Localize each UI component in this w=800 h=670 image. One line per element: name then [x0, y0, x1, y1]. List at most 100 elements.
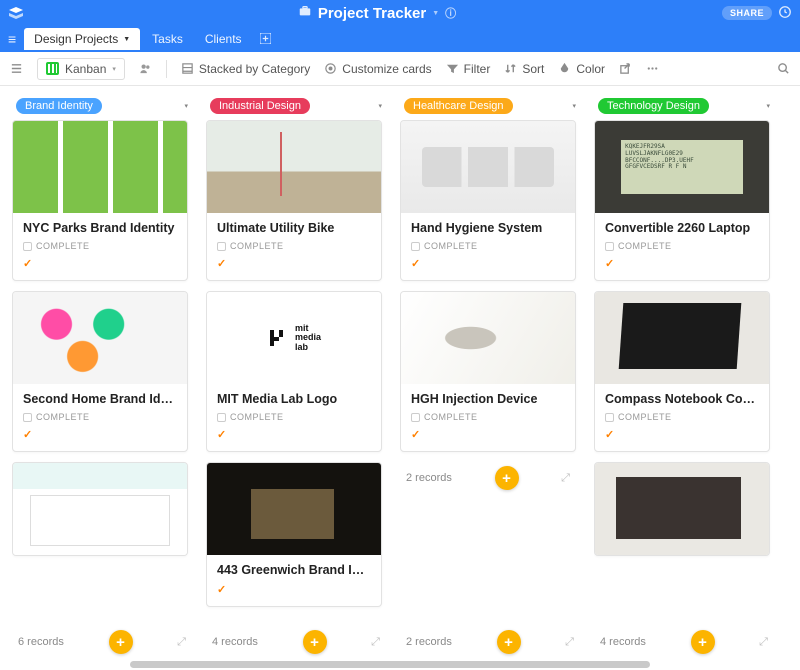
history-icon[interactable] [778, 5, 792, 22]
more-button[interactable] [646, 62, 659, 75]
card-body: HGH Injection Device COMPLETE✓ [401, 384, 575, 451]
share-view-button[interactable] [619, 62, 632, 75]
card-title: Hand Hygiene System [411, 221, 565, 235]
hamburger-icon[interactable]: ≡ [8, 31, 16, 47]
customize-label: Customize cards [342, 62, 431, 76]
card-title: HGH Injection Device [411, 392, 565, 406]
kanban-board[interactable]: Brand Identity ▾ NYC Parks Brand IdentityC… [0, 86, 800, 662]
kanban-card[interactable]: 443 Greenwich Brand Ide…✓ [206, 462, 382, 607]
kanban-card[interactable] [594, 462, 770, 556]
chevron-down-icon[interactable]: ▾ [184, 102, 188, 110]
kanban-card[interactable]: Compass Notebook Comp…COMPLETE✓ [594, 291, 770, 452]
kanban-card[interactable]: HGH Injection Device COMPLETE✓ [400, 291, 576, 452]
chevron-down-icon: ▼ [123, 36, 130, 43]
tab-label: Clients [205, 32, 242, 46]
expand-icon[interactable]: ⤢ [371, 636, 380, 649]
views-menu-button[interactable] [10, 62, 23, 75]
card-body: Second Home Brand Iden…COMPLETE✓ [13, 384, 187, 451]
complete-check-icon: ✓ [217, 257, 227, 270]
expand-icon[interactable]: ⤢ [759, 636, 768, 649]
horizontal-scrollbar[interactable] [130, 661, 650, 668]
checkbox-icon [411, 242, 420, 251]
expand-icon[interactable]: ⤢ [177, 636, 186, 649]
column-footer: 4 records+⤢ [206, 624, 386, 654]
tab-label: Design Projects [34, 32, 118, 46]
kanban-card[interactable]: KQKEJFR29SALUVSLJAKNFLG0E29BFCCONF....DP… [594, 120, 770, 281]
card-title: Second Home Brand Iden… [23, 392, 177, 406]
kanban-card[interactable] [12, 462, 188, 556]
chevron-down-icon[interactable]: ▾ [378, 102, 382, 110]
card-title: Convertible 2260 Laptop [605, 221, 759, 235]
column-header: Brand Identity ▾ [12, 98, 192, 120]
filter-button[interactable]: Filter [446, 62, 491, 76]
card-status-label: COMPLETE [424, 412, 478, 422]
kanban-column: Industrial Design ▾ Ultimate Utility BikeC… [206, 98, 386, 654]
column-footer: 2 records+⤢ [400, 624, 580, 654]
collaborators-button[interactable] [139, 62, 152, 75]
column-title-pill[interactable]: Technology Design [598, 98, 709, 114]
tab-label: Tasks [152, 32, 183, 46]
kanban-card[interactable]: NYC Parks Brand IdentityCOMPLETE✓ [12, 120, 188, 281]
complete-check-icon: ✓ [411, 428, 421, 441]
card-cover-image [207, 121, 381, 213]
sort-button[interactable]: Sort [504, 62, 544, 76]
checkbox-icon [23, 413, 32, 422]
card-status-label: COMPLETE [230, 412, 284, 422]
kanban-card[interactable]: Hand Hygiene SystemCOMPLETE✓ [400, 120, 576, 281]
expand-icon[interactable]: ⤢ [561, 472, 570, 485]
add-record-button[interactable]: + [691, 630, 715, 654]
column-title-pill[interactable]: Healthcare Design [404, 98, 513, 114]
complete-check-icon: ✓ [605, 257, 615, 270]
card-cover-image [13, 121, 187, 213]
column-title-pill[interactable]: Brand Identity [16, 98, 102, 114]
card-title: MIT Media Lab Logo [217, 392, 371, 406]
add-record-button[interactable]: + [303, 630, 327, 654]
search-button[interactable] [777, 62, 790, 75]
column-title-pill[interactable]: Industrial Design [210, 98, 310, 114]
column-body[interactable]: Ultimate Utility BikeCOMPLETE✓ mitmediala… [206, 120, 386, 624]
card-status-row: COMPLETE [411, 412, 565, 422]
base-title-wrap[interactable]: Project Tracker ▼ ⓘ [32, 4, 722, 22]
logo-icon[interactable] [8, 5, 24, 21]
column-body[interactable]: Hand Hygiene SystemCOMPLETE✓HGH Injectio… [400, 120, 580, 624]
card-body: NYC Parks Brand IdentityCOMPLETE✓ [13, 213, 187, 280]
kanban-column: Technology Design ▾ KQKEJFR29SALUVSLJAKNFL… [594, 98, 774, 654]
info-icon[interactable]: ⓘ [445, 5, 456, 21]
chevron-down-icon[interactable]: ▾ [572, 102, 576, 110]
kanban-column: Healthcare Design▾Hand Hygiene SystemCOM… [400, 98, 580, 654]
share-button[interactable]: SHARE [722, 6, 772, 20]
card-cover-image: mitmedialab [207, 292, 381, 384]
add-record-button[interactable]: + [497, 630, 521, 654]
card-body: Compass Notebook Comp…COMPLETE✓ [595, 384, 769, 451]
base-title: Project Tracker [318, 5, 426, 22]
chevron-down-icon: ▾ [112, 65, 116, 73]
tab-clients[interactable]: Clients [195, 28, 252, 50]
view-switcher[interactable]: Kanban ▾ [37, 58, 125, 80]
checkbox-icon [217, 242, 226, 251]
kanban-card[interactable]: Second Home Brand Iden…COMPLETE✓ [12, 291, 188, 452]
card-cover-image [13, 463, 187, 555]
kanban-icon [46, 62, 59, 75]
card-status-row: COMPLETE [217, 412, 371, 422]
expand-icon[interactable]: ⤢ [565, 636, 574, 649]
add-table-button[interactable] [254, 32, 277, 47]
kanban-card[interactable]: Ultimate Utility BikeCOMPLETE✓ [206, 120, 382, 281]
tab-design-projects[interactable]: Design Projects ▼ [24, 28, 140, 50]
column-body[interactable]: NYC Parks Brand IdentityCOMPLETE✓ Second … [12, 120, 192, 624]
kanban-card[interactable]: mitmedialabMIT Media Lab LogoCOMPLETE✓ [206, 291, 382, 452]
add-record-button[interactable]: + [495, 466, 519, 490]
add-record-button[interactable]: + [109, 630, 133, 654]
color-label: Color [576, 62, 605, 76]
color-button[interactable]: Color [558, 62, 605, 76]
stacked-by-button[interactable]: Stacked by Category [181, 62, 310, 76]
kanban-column: Brand Identity ▾ NYC Parks Brand IdentityC… [12, 98, 192, 654]
customize-cards-button[interactable]: Customize cards [324, 62, 431, 76]
card-status-label: COMPLETE [618, 412, 672, 422]
record-count: 2 records [406, 472, 452, 484]
divider [166, 60, 167, 78]
card-cover-image [401, 292, 575, 384]
column-body[interactable]: KQKEJFR29SALUVSLJAKNFLG0E29BFCCONF....DP… [594, 120, 774, 624]
tab-tasks[interactable]: Tasks [142, 28, 193, 50]
chevron-down-icon[interactable]: ▾ [766, 102, 770, 110]
column-inline-footer: 2 records + ⤢ [400, 462, 576, 490]
